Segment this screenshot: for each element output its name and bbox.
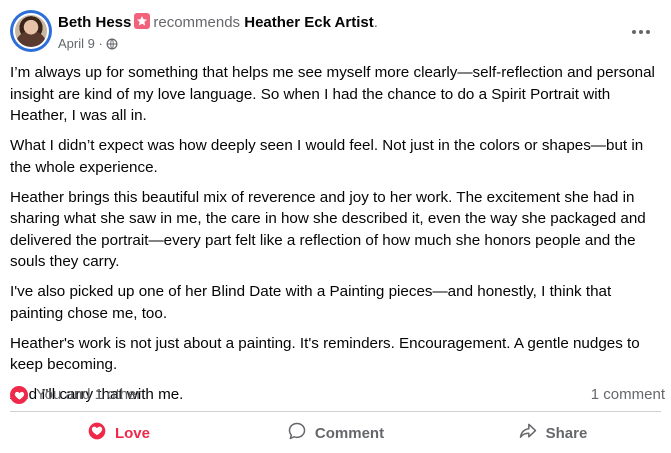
author-name[interactable]: Beth Hess bbox=[58, 14, 131, 31]
title-period: . bbox=[373, 14, 378, 31]
speech-bubble-icon bbox=[287, 421, 307, 445]
share-label: Share bbox=[545, 424, 588, 442]
avatar[interactable] bbox=[10, 10, 52, 52]
avatar-frame bbox=[13, 13, 49, 49]
post-date[interactable]: April 9 bbox=[58, 36, 95, 51]
action-bar: Love Comment Share bbox=[10, 417, 661, 449]
meta-separator: · bbox=[98, 36, 103, 51]
post-paragraph: Heather's work is not just about a paint… bbox=[10, 334, 640, 374]
comment-count[interactable]: 1 comment bbox=[591, 386, 665, 403]
reaction-summary[interactable]: You and 1 other bbox=[36, 386, 141, 403]
post-paragraph: I've also picked up one of her Blind Dat… bbox=[10, 283, 612, 322]
avatar-photo bbox=[15, 15, 47, 47]
share-button[interactable]: Share bbox=[444, 417, 661, 449]
post-title-line: Beth Hess recommends Heather Eck Artist. bbox=[58, 13, 378, 33]
post-paragraph: What I didn’t expect was how deeply seen… bbox=[10, 137, 644, 176]
recommends-verb: recommends bbox=[153, 14, 241, 31]
love-button[interactable]: Love bbox=[10, 417, 227, 449]
globe-icon[interactable] bbox=[106, 38, 118, 54]
post-paragraph: Heather brings this beautiful mix of rev… bbox=[10, 188, 646, 271]
love-label: Love bbox=[114, 424, 150, 442]
heart-icon bbox=[87, 421, 107, 445]
comment-label: Comment bbox=[314, 424, 385, 442]
post-paragraph: I’m always up for something that helps m… bbox=[10, 64, 655, 124]
heart-icon[interactable] bbox=[10, 386, 28, 404]
reaction-bar: You and 1 other 1 comment bbox=[10, 385, 665, 405]
comment-button[interactable]: Comment bbox=[227, 417, 444, 449]
share-arrow-icon bbox=[518, 421, 538, 445]
recommendation-badge-icon bbox=[134, 13, 151, 29]
post-header: Beth Hess recommends Heather Eck Artist. … bbox=[10, 10, 661, 58]
divider bbox=[10, 411, 661, 412]
post-body: I’m always up for something that helps m… bbox=[10, 62, 667, 414]
more-options-icon[interactable] bbox=[627, 18, 655, 46]
post-meta: April 9 · bbox=[58, 36, 118, 54]
page-name[interactable]: Heather Eck Artist bbox=[244, 14, 374, 31]
